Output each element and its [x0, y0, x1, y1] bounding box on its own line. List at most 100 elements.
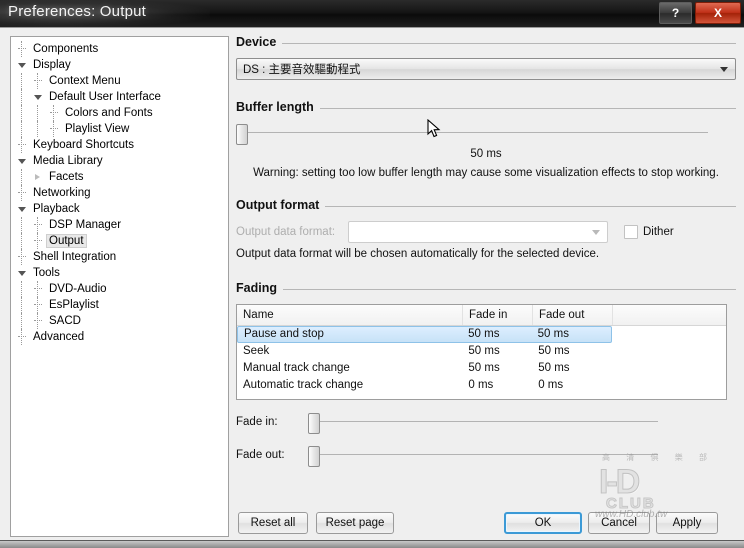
tree-connector: [34, 240, 42, 242]
chevron-right-icon[interactable]: [35, 174, 40, 180]
sidebar-item-label: Shell Integration: [33, 251, 117, 263]
fading-table-column-header[interactable]: Name: [237, 305, 463, 325]
sidebar-item-dsp-manager[interactable]: DSP Manager: [11, 217, 228, 233]
fade-out-slider[interactable]: [308, 444, 736, 467]
tree-connector: [34, 304, 42, 306]
tree-guide: [17, 249, 29, 265]
sidebar-item-facets[interactable]: Facets: [11, 169, 228, 185]
sidebar-item-label: Display: [33, 59, 71, 71]
sidebar-item-output[interactable]: Output: [11, 233, 228, 249]
fade-out-slider-track[interactable]: [308, 454, 658, 455]
preferences-tree[interactable]: Components Display Context Menu Default Use…: [10, 36, 229, 537]
sidebar-item-dvd-audio[interactable]: DVD-Audio: [11, 281, 228, 297]
reset-page-button[interactable]: Reset page: [316, 512, 394, 534]
sidebar-item-label: Output: [46, 234, 87, 248]
tree-connector: [18, 48, 26, 50]
cancel-button[interactable]: Cancel: [588, 512, 650, 534]
tree-connector: [34, 80, 42, 82]
dither-checkbox[interactable]: [624, 225, 638, 239]
table-row[interactable]: Seek 50 ms 50 ms: [237, 343, 612, 360]
mouse-cursor-icon: [427, 119, 441, 138]
device-select[interactable]: DS : 主要音效驅動程式: [236, 58, 736, 80]
sidebar-item-playlist-view[interactable]: Playlist View: [11, 121, 228, 137]
tree-guide: [17, 265, 29, 281]
sidebar-item-components[interactable]: Components: [11, 41, 228, 57]
fading-table-column-header[interactable]: Fade out: [533, 305, 613, 325]
group-rule: [319, 107, 736, 109]
tree-guide: [17, 137, 29, 153]
sidebar-item-playback[interactable]: Playback: [11, 201, 228, 217]
fade-in-row: Fade in:: [236, 410, 736, 434]
tree-connector: [18, 144, 26, 146]
buffer-length-group: Buffer length 50 ms Warning: setting too…: [236, 98, 736, 179]
buffer-slider-thumb[interactable]: [236, 124, 248, 145]
fading-table-column-header[interactable]: [613, 305, 724, 325]
chevron-down-icon[interactable]: [18, 271, 26, 279]
fading-cell-fade-out: 0 ms: [538, 379, 564, 391]
sidebar-item-advanced[interactable]: Advanced: [11, 329, 228, 345]
apply-button[interactable]: Apply: [656, 512, 718, 534]
buffer-length-slider[interactable]: [236, 122, 736, 145]
sidebar-item-sacd[interactable]: SACD: [11, 313, 228, 329]
settings-pane: Device DS : 主要音效驅動程式 Buffer length 50 ms: [236, 33, 736, 467]
sidebar-item-esplaylist[interactable]: EsPlaylist: [11, 297, 228, 313]
preferences-tree-list: Components Display Context Menu Default Use…: [11, 37, 228, 345]
tree-guide: [17, 153, 29, 169]
device-group: Device DS : 主要音效驅動程式: [236, 33, 736, 80]
fade-out-row: Fade out:: [236, 443, 736, 467]
fading-table-body[interactable]: Pause and stop 50 ms 50 ms Seek 50 ms 50 ms Ma…: [237, 326, 726, 399]
sidebar-item-colors-and-fonts[interactable]: Colors and Fonts: [11, 105, 228, 121]
tree-guide: [33, 217, 45, 233]
fading-cell-fade-in: 0 ms: [468, 379, 494, 391]
sidebar-item-shell-integration[interactable]: Shell Integration: [11, 249, 228, 265]
sidebar-item-label: Context Menu: [49, 75, 121, 87]
output-data-format-select: [348, 221, 608, 243]
tree-connector: [18, 192, 26, 194]
tree-guide: [17, 57, 29, 73]
buffer-length-warning: Warning: setting too low buffer length m…: [253, 167, 719, 179]
fade-in-slider-track[interactable]: [308, 421, 658, 422]
tree-guide: [17, 281, 29, 297]
tree-connector: [34, 288, 42, 290]
tree-guide: [33, 89, 45, 105]
output-format-group-header: Output format: [236, 196, 736, 214]
chevron-down-icon[interactable]: [18, 63, 26, 71]
dialog-button-bar: OK Cancel Apply: [504, 512, 718, 534]
reset-all-button[interactable]: Reset all: [238, 512, 308, 534]
tree-connector: [18, 336, 26, 338]
sidebar-item-label: Default User Interface: [49, 91, 161, 103]
buffer-slider-track[interactable]: [236, 132, 708, 133]
sidebar-item-networking[interactable]: Networking: [11, 185, 228, 201]
chevron-down-icon[interactable]: [18, 159, 26, 167]
tree-connector: [50, 112, 58, 114]
tree-guide: [17, 73, 29, 89]
tree-connector: [18, 256, 26, 258]
close-button[interactable]: X: [695, 2, 741, 24]
chevron-down-icon[interactable]: [18, 207, 26, 215]
fading-table[interactable]: Name Fade in Fade out Pause and stop 50 ms 5…: [236, 304, 727, 400]
tree-connector: [34, 320, 42, 322]
ok-button[interactable]: OK: [504, 512, 582, 534]
dither-label: Dither: [643, 226, 674, 238]
sidebar-item-default-user-interface[interactable]: Default User Interface: [11, 89, 228, 105]
tree-guide: [17, 169, 29, 185]
sidebar-item-tools[interactable]: Tools: [11, 265, 228, 281]
sidebar-item-context-menu[interactable]: Context Menu: [11, 73, 228, 89]
fade-in-slider-thumb[interactable]: [308, 413, 320, 434]
fade-out-slider-thumb[interactable]: [308, 446, 320, 467]
table-row[interactable]: Pause and stop 50 ms 50 ms: [237, 326, 612, 343]
fading-table-column-header[interactable]: Fade in: [463, 305, 533, 325]
sidebar-item-label: Playback: [33, 203, 80, 215]
help-button[interactable]: ?: [659, 2, 692, 24]
table-row[interactable]: Automatic track change 0 ms 0 ms: [237, 377, 612, 394]
sidebar-item-label: Components: [33, 43, 99, 55]
sidebar-item-display[interactable]: Display: [11, 57, 228, 73]
fade-in-slider[interactable]: [308, 411, 736, 434]
tree-guide: [17, 121, 29, 137]
table-row[interactable]: Manual track change 50 ms 50 ms: [237, 360, 612, 377]
sidebar-item-keyboard-shortcuts[interactable]: Keyboard Shortcuts: [11, 137, 228, 153]
chevron-down-icon[interactable]: [34, 95, 42, 103]
dither-checkbox-row[interactable]: Dither: [624, 225, 674, 239]
sidebar-item-media-library[interactable]: Media Library: [11, 153, 228, 169]
output-format-group-title: Output format: [236, 198, 320, 212]
